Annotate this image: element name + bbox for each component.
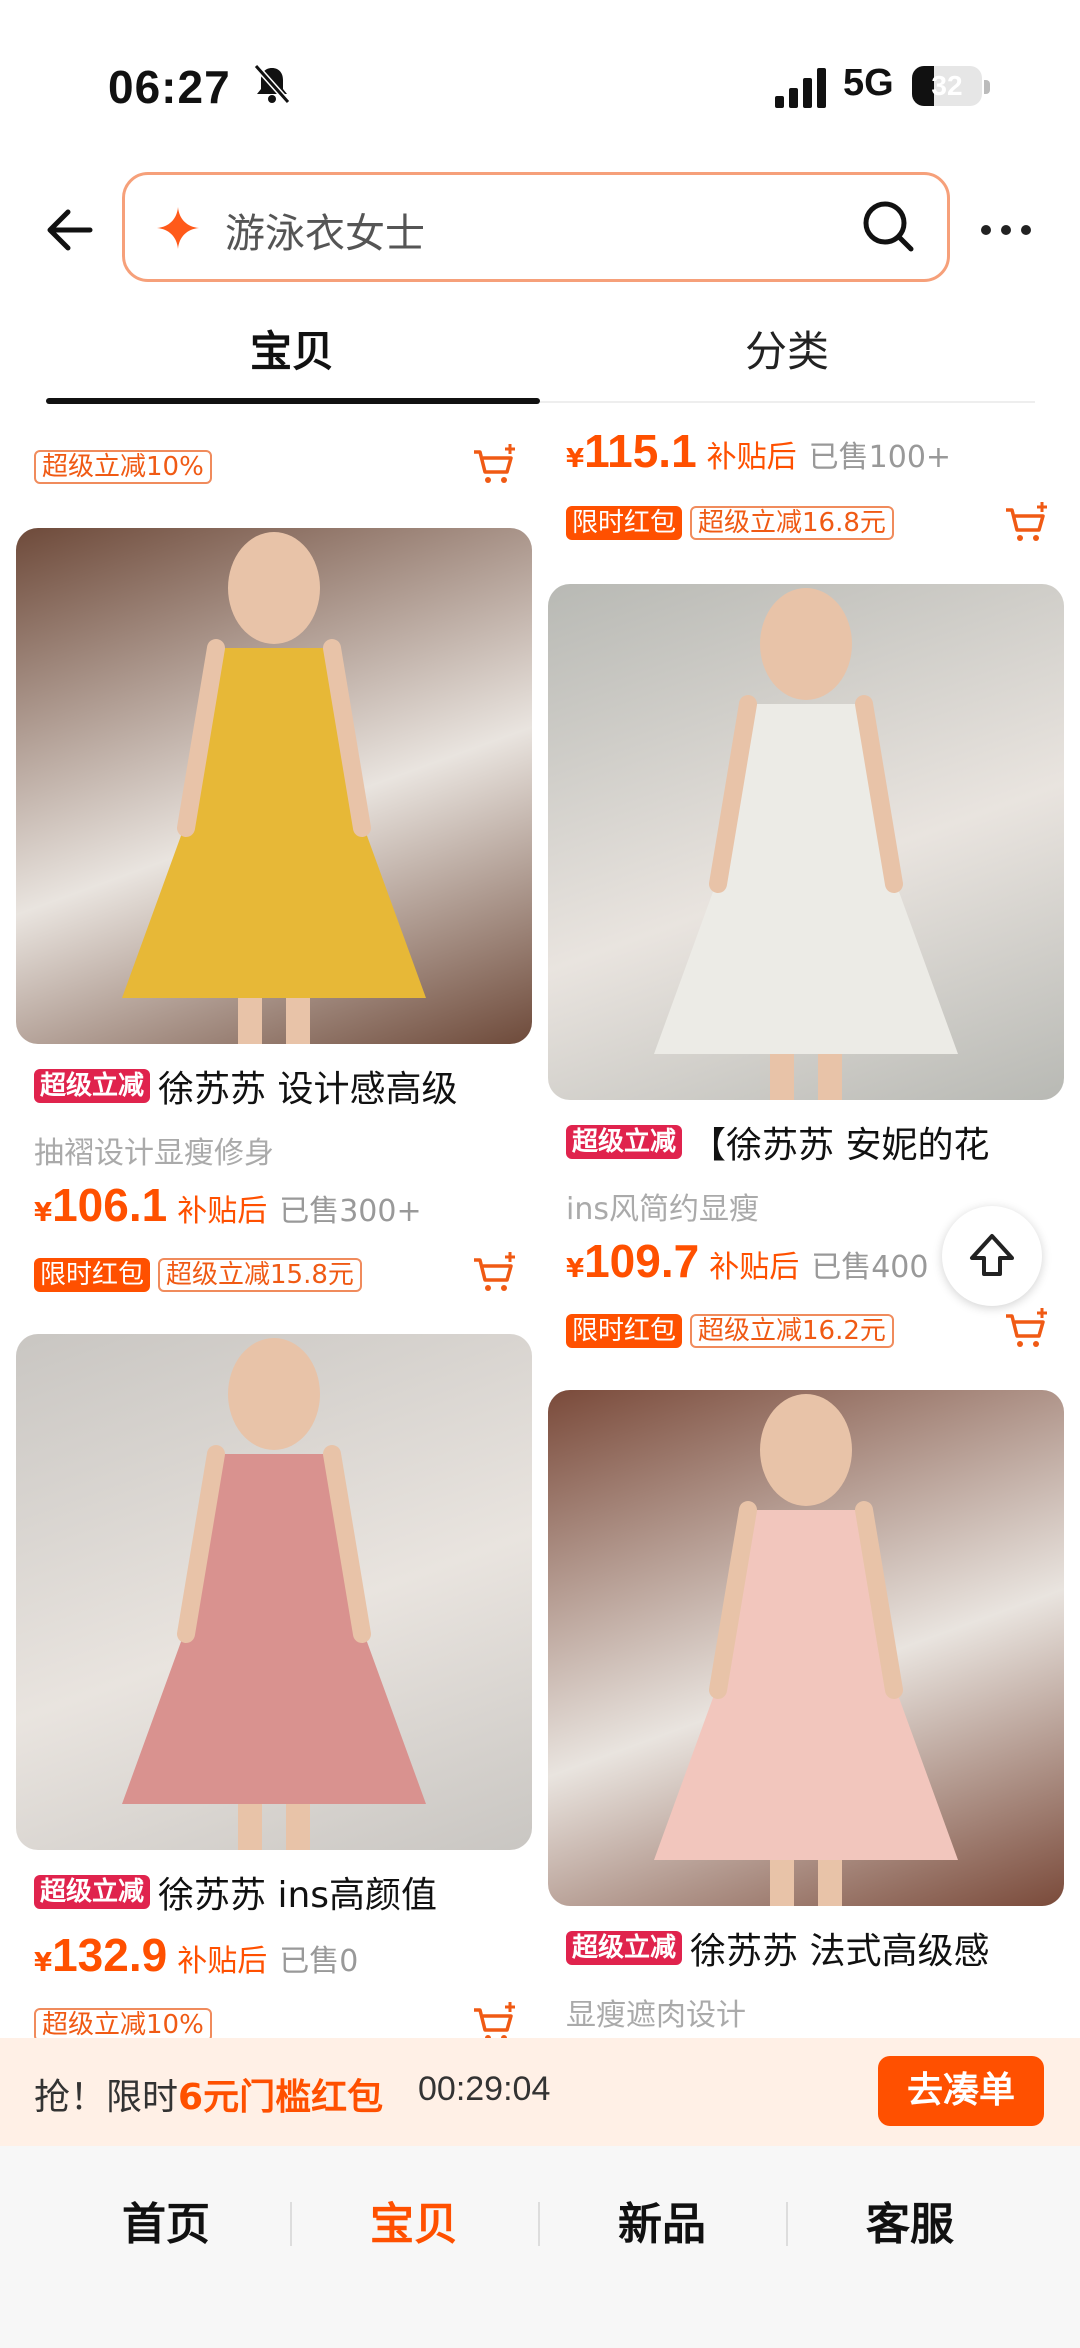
nav-home[interactable]: 首页 xyxy=(66,2188,266,2252)
add-to-cart-icon[interactable] xyxy=(470,1250,518,1298)
bell-muted-icon xyxy=(253,64,291,104)
currency-symbol: ¥ xyxy=(566,444,585,474)
sold-count: 已售100+ xyxy=(808,440,952,475)
product-tags: 限时红包 超级立减16.2元 xyxy=(566,1314,902,1348)
arrow-up-icon xyxy=(970,1234,1014,1276)
super-discount-badge: 超级立减 xyxy=(34,1875,151,1909)
status-time: 06:27 xyxy=(108,61,231,113)
go-collect-button[interactable]: 去凑单 xyxy=(878,2056,1044,2126)
nav-products[interactable]: 宝贝 xyxy=(314,2188,514,2252)
currency-symbol: ¥ xyxy=(34,1948,53,1978)
status-bar: 06:27 5G 32 xyxy=(0,0,1080,160)
network-label: 5G xyxy=(843,62,894,104)
product-subtitle: 抽褶设计显瘦修身 xyxy=(34,1136,274,1171)
product-image[interactable] xyxy=(16,1334,532,1850)
promo-text: 抢！限时6元门槛红包 xyxy=(34,2068,383,2120)
discount-tag: 超级立减16.8元 xyxy=(690,506,894,540)
partial-card-right-price: ¥115.1 补贴后 已售100+ xyxy=(566,424,951,478)
red-packet-tag: 限时红包 xyxy=(34,1258,151,1292)
product-title[interactable]: 超级立减 徐苏苏 设计感高级 xyxy=(34,1060,534,1112)
back-to-top-button[interactable] xyxy=(942,1206,1042,1306)
product-title-text: 徐苏苏 法式高级感 xyxy=(690,1931,990,1972)
product-title-text: 【徐苏苏 安妮的花 xyxy=(690,1125,990,1166)
product-subtitle: 显瘦遮肉设计 xyxy=(566,1998,746,2033)
red-packet-tag: 限时红包 xyxy=(566,506,683,540)
promo-countdown: 00:29:04 xyxy=(418,2070,551,2108)
partial-card-left-tags: 超级立减10% xyxy=(34,450,220,484)
search-bar[interactable]: 游泳衣女士 xyxy=(122,172,950,282)
sold-count: 已售300+ xyxy=(279,1194,422,1229)
sparkle-icon xyxy=(157,207,199,249)
bottom-nav: 首页 宝贝 新品 客服 xyxy=(0,2146,1080,2348)
discount-tag: 超级立减10% xyxy=(34,2008,212,2038)
add-to-cart-icon[interactable] xyxy=(470,2000,518,2038)
super-discount-badge: 超级立减 xyxy=(566,1125,683,1159)
search-icon[interactable] xyxy=(859,197,917,255)
tab-divider xyxy=(540,401,1035,403)
battery-nub xyxy=(984,80,990,94)
sold-count: 已售400 xyxy=(811,1250,929,1285)
super-discount-badge: 超级立减 xyxy=(34,1069,151,1103)
product-feed[interactable]: 超级立减10% ¥115.1 补贴后 已售100+ 限时红包 超级立减16.8元 超级… xyxy=(0,404,1080,2038)
promo-highlight: 6元门槛红包 xyxy=(178,2077,384,2118)
promo-bar: 抢！限时6元门槛红包 00:29:04 去凑单 xyxy=(0,2038,1080,2146)
add-to-cart-icon[interactable] xyxy=(470,442,518,490)
price: 115.1 xyxy=(584,425,697,477)
back-arrow-icon[interactable] xyxy=(40,200,100,260)
partial-card-right-tags: 限时红包 超级立减16.8元 xyxy=(566,506,902,540)
nav-divider xyxy=(290,2202,292,2246)
discount-tag: 超级立减10% xyxy=(34,450,212,484)
signal-icon xyxy=(775,68,826,108)
price-note: 补贴后 xyxy=(709,1250,800,1285)
nav-divider xyxy=(786,2202,788,2246)
price-note: 补贴后 xyxy=(177,1194,268,1229)
discount-tag: 超级立减15.8元 xyxy=(158,1258,362,1292)
tab-products[interactable]: 宝贝 xyxy=(250,318,334,379)
nav-new[interactable]: 新品 xyxy=(562,2188,762,2252)
battery-level: 32 xyxy=(931,70,963,101)
currency-symbol: ¥ xyxy=(34,1198,53,1228)
nav-service[interactable]: 客服 xyxy=(810,2188,1010,2252)
add-to-cart-icon[interactable] xyxy=(1002,500,1050,548)
product-price: ¥132.9 补贴后 已售0 xyxy=(34,1928,358,1982)
product-tags: 限时红包 超级立减15.8元 xyxy=(34,1258,370,1292)
nav-divider xyxy=(538,2202,540,2246)
product-title-text: 徐苏苏 设计感高级 xyxy=(158,1069,458,1110)
discount-tag: 超级立减16.2元 xyxy=(690,1314,894,1348)
currency-symbol: ¥ xyxy=(566,1254,585,1284)
price: 106.1 xyxy=(52,1179,168,1231)
product-title[interactable]: 超级立减 徐苏苏 ins高颜值 xyxy=(34,1866,534,1918)
product-title-text: 徐苏苏 ins高颜值 xyxy=(158,1875,438,1916)
price-note: 补贴后 xyxy=(706,440,797,475)
product-title[interactable]: 超级立减 【徐苏苏 安妮的花 xyxy=(566,1116,1066,1168)
price: 132.9 xyxy=(52,1929,168,1981)
product-price: ¥109.7 补贴后 已售400 xyxy=(566,1234,928,1288)
super-discount-badge: 超级立减 xyxy=(566,1931,683,1965)
sold-count: 已售0 xyxy=(279,1944,359,1979)
product-title[interactable]: 超级立减 徐苏苏 法式高级感 xyxy=(566,1922,1066,1974)
product-subtitle: ins风简约显瘦 xyxy=(566,1192,759,1227)
battery-indicator: 32 xyxy=(912,66,982,106)
product-image[interactable] xyxy=(548,1390,1064,1906)
price: 109.7 xyxy=(584,1235,700,1287)
search-input[interactable]: 游泳衣女士 xyxy=(225,201,425,259)
promo-prefix: 抢！限时 xyxy=(34,2077,179,2118)
product-tags: 超级立减10% xyxy=(34,2008,220,2038)
product-image[interactable] xyxy=(548,584,1064,1100)
price-note: 补贴后 xyxy=(177,1944,268,1979)
add-to-cart-icon[interactable] xyxy=(1002,1306,1050,1354)
tab-categories[interactable]: 分类 xyxy=(745,318,829,379)
product-image[interactable] xyxy=(16,528,532,1044)
product-price: ¥106.1 补贴后 已售300+ xyxy=(34,1178,422,1232)
red-packet-tag: 限时红包 xyxy=(566,1314,683,1348)
more-icon[interactable] xyxy=(978,218,1034,242)
